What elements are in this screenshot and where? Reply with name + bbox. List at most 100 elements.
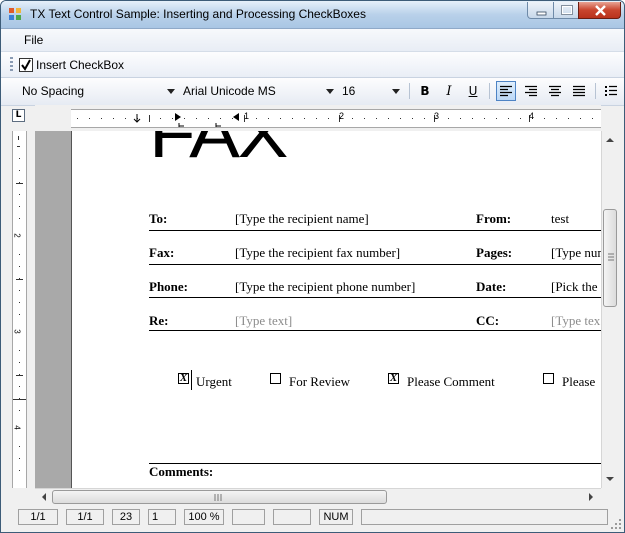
close-button[interactable] — [578, 2, 621, 19]
vertical-scroll-thumb[interactable] — [603, 209, 617, 307]
status-empty — [273, 509, 311, 525]
date-value[interactable]: [Pick the — [551, 279, 598, 295]
comments-divider — [149, 463, 601, 464]
align-left-icon — [500, 85, 512, 97]
style-combo[interactable]: No Spacing — [22, 82, 177, 100]
toolbar-grip[interactable] — [10, 57, 13, 73]
from-label: From: — [476, 211, 512, 226]
tab-marker-left — [233, 113, 239, 121]
align-justify-button[interactable] — [569, 81, 589, 101]
title-bar[interactable]: TX Text Control Sample: Inserting and Pr… — [1, 1, 624, 29]
align-justify-icon — [573, 85, 585, 97]
re-label: Re: — [149, 313, 169, 328]
checkbox-please-reply-label: Please — [562, 374, 596, 389]
insert-checkbox-button[interactable]: Insert CheckBox — [18, 55, 124, 74]
ruler-number: 4 — [12, 425, 22, 430]
horizontal-ruler[interactable]: 2 3 4 1 — [35, 105, 601, 130]
align-center-icon — [549, 85, 561, 97]
checkbox-please-comment[interactable]: X — [388, 373, 399, 384]
font-combo[interactable]: Arial Unicode MS — [183, 82, 336, 100]
scroll-right-icon[interactable] — [584, 489, 598, 505]
document-page[interactable]: FAX To: [Type the recipient name] From: … — [71, 131, 601, 488]
first-line-indent-marker — [133, 114, 141, 123]
maximize-icon — [561, 5, 573, 15]
style-value: No Spacing — [22, 84, 85, 98]
tab-marker-right — [175, 113, 181, 121]
main-toolbar: Insert CheckBox — [1, 52, 624, 78]
chevron-down-icon — [326, 89, 334, 94]
app-icon — [9, 8, 21, 20]
document-area[interactable]: FAX To: [Type the recipient name] From: … — [35, 131, 601, 488]
ruler-number: 3 — [434, 111, 440, 121]
toolbar-separator — [489, 83, 490, 99]
align-right-icon — [525, 85, 537, 97]
fax-heading: FAX — [149, 131, 288, 172]
status-num: NUM — [319, 509, 353, 525]
status-empty — [361, 509, 608, 525]
fax-value[interactable]: [Type the recipient fax number] — [235, 245, 400, 261]
font-size-combo[interactable]: 16 — [342, 82, 402, 100]
grip-icon — [214, 494, 222, 501]
ruler-number: 1 — [244, 111, 250, 121]
pages-label: Pages: — [476, 245, 513, 260]
pages-value[interactable]: [Type num — [551, 245, 601, 261]
align-right-button[interactable] — [521, 81, 541, 101]
status-empty — [232, 509, 265, 525]
tab-type-selector[interactable]: L — [12, 109, 25, 122]
close-icon — [595, 5, 606, 16]
minimize-icon — [536, 11, 547, 16]
menu-bar: File — [1, 29, 624, 52]
to-label: To: — [149, 211, 168, 226]
checkbox-for-review[interactable] — [270, 373, 281, 384]
cc-value[interactable]: [Type tex — [551, 313, 600, 329]
status-zoom[interactable]: 100 % — [184, 509, 224, 525]
checkbox-please-reply[interactable] — [543, 373, 554, 384]
format-toolbar: No Spacing Arial Unicode MS 16 B I U — [1, 78, 624, 106]
font-size-value: 16 — [342, 84, 356, 98]
fax-label: Fax: — [149, 245, 175, 260]
app-window: TX Text Control Sample: Inserting and Pr… — [0, 0, 625, 533]
toolbar-separator — [595, 83, 596, 99]
minimize-button[interactable] — [527, 2, 554, 19]
maximize-button[interactable] — [553, 2, 579, 19]
chevron-down-icon — [167, 89, 175, 94]
horizontal-scroll-thumb[interactable] — [52, 490, 387, 504]
row-divider — [149, 230, 601, 231]
from-value[interactable]: test — [551, 211, 569, 227]
checkbox-urgent-label: Urgent — [196, 374, 232, 389]
ruler-number: 2 — [339, 111, 345, 121]
underline-button[interactable]: U — [463, 81, 483, 101]
align-left-button[interactable] — [496, 81, 516, 101]
ruler-ticks — [77, 113, 593, 127]
grip-icon — [608, 253, 614, 261]
bold-button[interactable]: B — [415, 81, 435, 101]
insert-checkbox-label: Insert CheckBox — [36, 57, 125, 72]
window-title: TX Text Control Sample: Inserting and Pr… — [30, 7, 366, 21]
bullet-list-button[interactable] — [601, 81, 621, 101]
re-value[interactable]: [Type text] — [235, 313, 292, 329]
phone-value[interactable]: [Type the recipient phone number] — [235, 279, 415, 295]
scroll-up-icon[interactable] — [602, 133, 618, 147]
scroll-down-icon[interactable] — [602, 472, 618, 486]
align-center-button[interactable] — [545, 81, 565, 101]
text-caret — [191, 370, 192, 390]
checkbox-urgent[interactable]: X — [178, 373, 189, 384]
ruler-number: 3 — [12, 329, 22, 334]
chevron-down-icon — [392, 89, 400, 94]
italic-button[interactable]: I — [439, 81, 459, 101]
vertical-ruler-ticks — [13, 136, 26, 471]
bullet-list-icon — [605, 85, 617, 96]
horizontal-scrollbar[interactable] — [35, 488, 601, 506]
cc-label: CC: — [476, 313, 500, 328]
menu-file[interactable]: File — [24, 33, 43, 47]
resize-grip-icon[interactable] — [610, 518, 622, 530]
toolbar-separator — [409, 83, 410, 99]
scroll-left-icon[interactable] — [37, 489, 51, 505]
vertical-scrollbar[interactable] — [601, 131, 619, 488]
vertical-ruler[interactable]: 2 3 4 — [12, 131, 27, 488]
font-value: Arial Unicode MS — [183, 84, 276, 98]
to-value[interactable]: [Type the recipient name] — [235, 211, 369, 227]
checkbox-for-review-label: For Review — [289, 374, 351, 389]
status-page: 1/1 — [18, 509, 58, 525]
phone-label: Phone: — [149, 279, 188, 294]
